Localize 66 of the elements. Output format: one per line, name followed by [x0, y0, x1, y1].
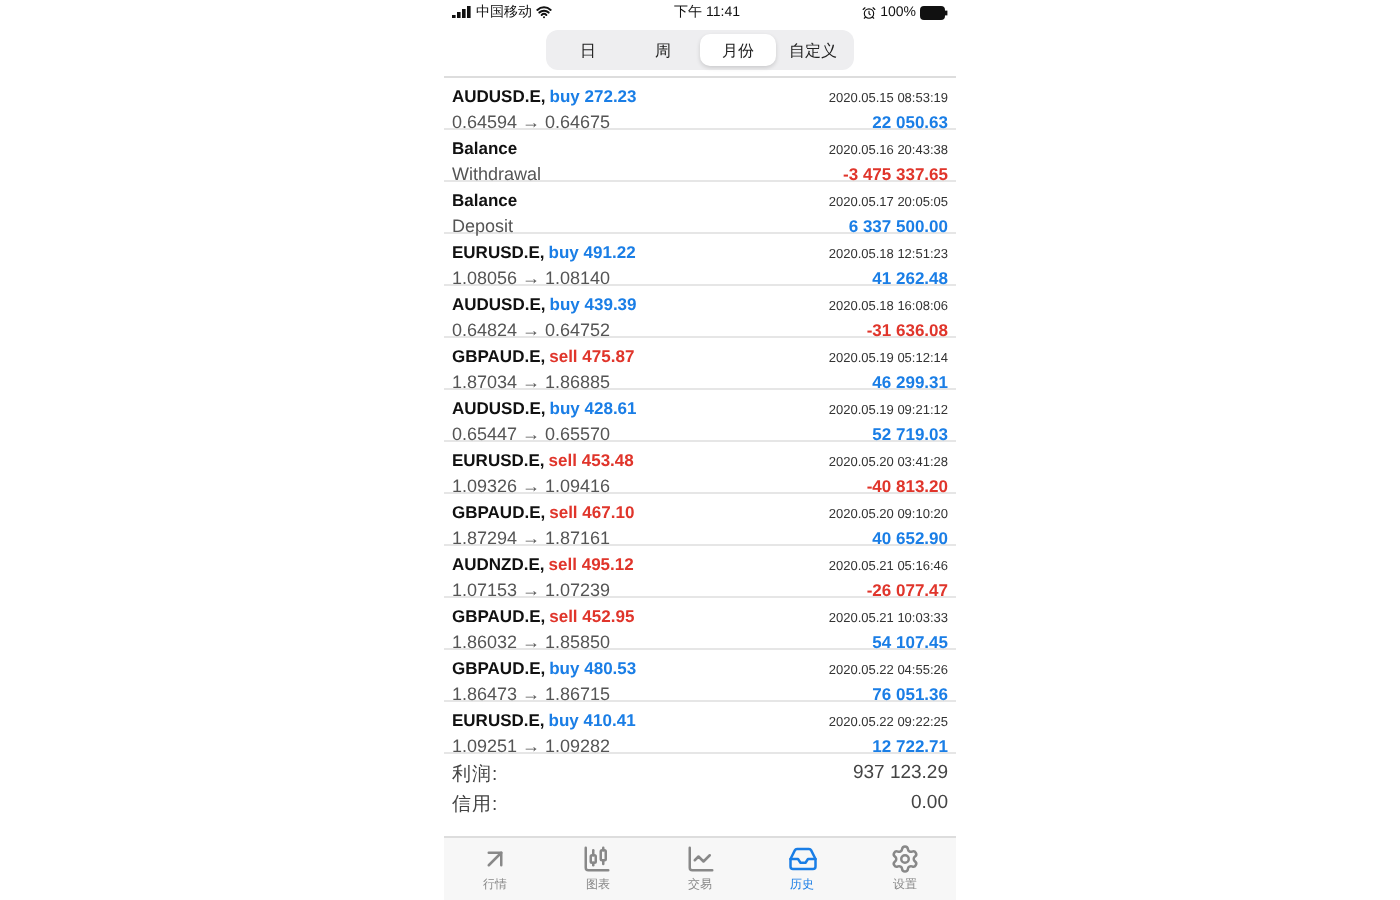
candlestick-icon — [582, 844, 613, 874]
entry-type: Balance — [452, 189, 518, 209]
profit-amount: 12 722.71 — [872, 735, 948, 755]
signal-icon — [452, 5, 472, 19]
symbol: EURUSD.E, — [452, 449, 545, 469]
entry-description: Deposit — [452, 215, 514, 235]
price-change: 0.64594 → 0.64675 — [452, 111, 611, 131]
symbol: AUDUSD.E, — [452, 85, 546, 105]
price-change: 0.64824 → 0.64752 — [452, 319, 611, 339]
price-change: 1.86473 → 1.86715 — [452, 683, 611, 703]
line-chart-icon — [685, 844, 715, 874]
profit-amount: -31 636.08 — [866, 319, 948, 339]
profit-amount: 54 107.45 — [872, 631, 948, 651]
symbol: GBPAUD.E, — [452, 501, 546, 521]
symbol: AUDUSD.E, — [452, 397, 546, 417]
profit-amount: -40 813.20 — [866, 475, 948, 495]
profit-amount: 6 337 500.00 — [848, 215, 948, 235]
order-info: buy 428.61 — [549, 397, 637, 417]
order-info: buy 272.23 — [549, 85, 637, 105]
wifi-icon — [536, 4, 552, 20]
alarm-icon — [862, 5, 877, 19]
order-info: buy 439.39 — [549, 293, 637, 313]
price-change: 1.08056 → 1.08140 — [452, 267, 611, 287]
summary-value: 0.00 — [911, 792, 948, 818]
price-change: 1.87294 → 1.87161 — [452, 527, 611, 547]
profit-amount: 22 050.63 — [872, 111, 948, 131]
price-change: 1.09251 → 1.09282 — [452, 735, 611, 755]
symbol: GBPAUD.E, — [452, 605, 546, 625]
summary-label: 利润: — [452, 762, 498, 788]
symbol: AUDNZD.E, — [452, 553, 545, 573]
order-info: sell 475.87 — [549, 345, 635, 365]
period-tab[interactable]: 周 — [625, 34, 700, 66]
price-change: 1.09326 → 1.09416 — [452, 475, 611, 495]
order-info: buy 491.22 — [548, 241, 636, 261]
price-change: 0.65447 → 0.65570 — [452, 423, 611, 443]
settings-icon — [889, 844, 920, 874]
order-info: sell 495.12 — [548, 553, 634, 573]
order-info: sell 452.95 — [549, 605, 635, 625]
profit-amount: 40 652.90 — [872, 527, 948, 547]
inbox-icon — [787, 844, 818, 874]
profit-amount: -3 475 337.65 — [843, 163, 948, 183]
period-tab[interactable]: 日 — [550, 34, 625, 66]
order-info: buy 480.53 — [549, 657, 637, 677]
price-change: 1.86032 → 1.85850 — [452, 631, 611, 651]
summary-label: 信用: — [452, 792, 498, 818]
profit-amount: 46 299.31 — [872, 371, 948, 391]
price-change: 1.87034 → 1.86885 — [452, 371, 611, 391]
battery-icon — [919, 5, 948, 19]
period-tab[interactable]: 月份 — [700, 34, 775, 66]
order-info: buy 410.41 — [548, 709, 636, 729]
summary-value: 937 123.29 — [852, 762, 948, 788]
profit-amount: -26 077.47 — [866, 579, 948, 599]
order-info: sell 467.10 — [549, 501, 635, 521]
symbol: AUDUSD.E, — [452, 293, 546, 313]
symbol: GBPAUD.E, — [452, 657, 546, 677]
profit-amount: 76 051.36 — [872, 683, 948, 703]
order-info: sell 453.48 — [548, 449, 634, 469]
price-change: 1.07153 → 1.07239 — [452, 579, 611, 599]
entry-type: Balance — [452, 137, 518, 157]
symbol: EURUSD.E, — [452, 709, 545, 729]
profit-amount: 52 719.03 — [872, 423, 948, 443]
entry-description: Withdrawal — [452, 163, 542, 183]
symbol: GBPAUD.E, — [452, 345, 546, 365]
profit-amount: 41 262.48 — [872, 267, 948, 287]
symbol: EURUSD.E, — [452, 241, 545, 261]
period-tab[interactable]: 自定义 — [775, 34, 850, 66]
